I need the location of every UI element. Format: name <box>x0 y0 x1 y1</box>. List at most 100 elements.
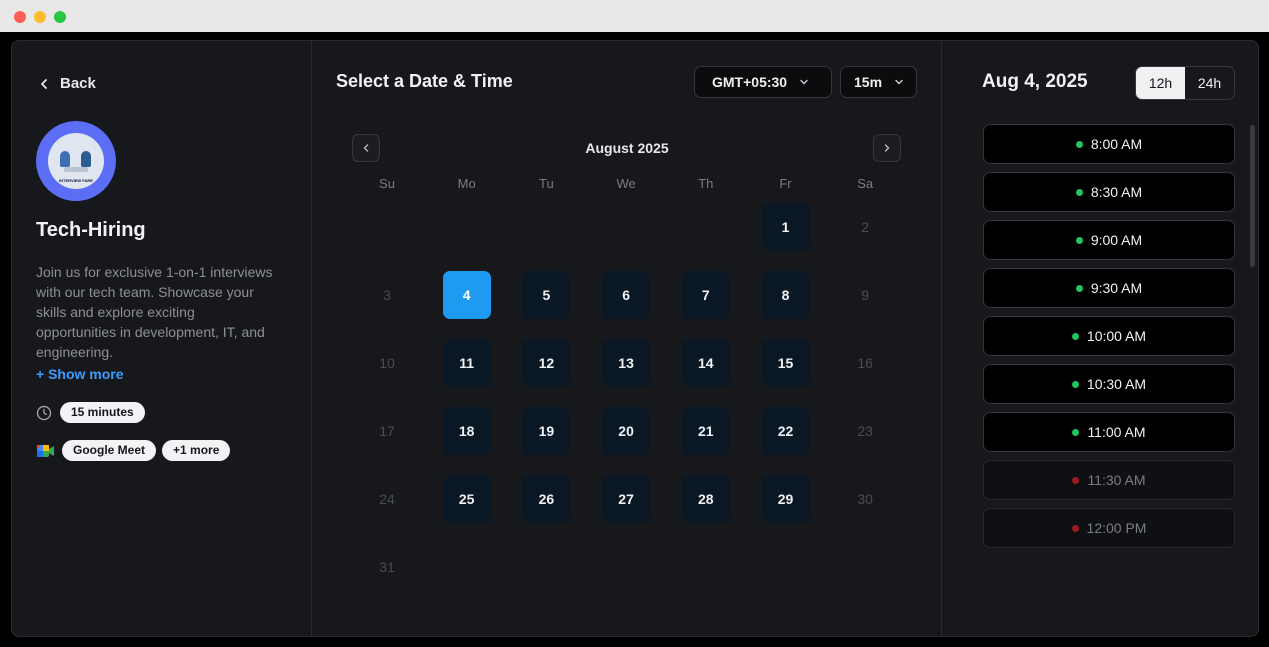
calendar-day: 23 <box>857 423 873 439</box>
chevron-down-icon <box>800 79 808 85</box>
maximize-window-button[interactable] <box>54 11 66 23</box>
calendar-day[interactable]: 11 <box>442 339 491 387</box>
time-slot-label: 11:00 AM <box>1087 424 1146 440</box>
time-slot-label: 8:00 AM <box>1090 136 1143 152</box>
chevron-left-icon <box>363 144 369 152</box>
calendar-day: 10 <box>379 355 395 371</box>
available-status-dot <box>1075 140 1083 148</box>
weekday-label: Sa <box>857 176 874 191</box>
calendar-day: 31 <box>379 559 395 575</box>
time-slot-button[interactable]: 12:00 PM <box>983 508 1235 548</box>
booking-card: Back INTERVIEW FARE Tech-Hiring Join us … <box>11 40 1259 637</box>
available-status-dot <box>1075 236 1083 244</box>
time-slot-button[interactable]: 9:00 AM <box>983 220 1235 260</box>
timezone-value: GMT+05:30 <box>712 74 788 90</box>
timezone-select[interactable]: GMT+05:30 <box>694 66 832 98</box>
calendar-day: 2 <box>861 219 870 235</box>
event-description: Join us for exclusive 1-on-1 interviews … <box>36 264 273 360</box>
calendar-day[interactable]: 14 <box>681 339 730 387</box>
time-slot-button[interactable]: 8:30 AM <box>983 172 1235 212</box>
calendar-day[interactable]: 29 <box>761 475 810 523</box>
calendar-day[interactable]: 8 <box>761 271 810 319</box>
next-month-button[interactable] <box>873 134 901 162</box>
month-label: August 2025 <box>585 140 669 156</box>
calendar-panel: Select a Date & Time GMT+05:30 15m Augus… <box>312 41 942 636</box>
time-slot-label: 9:00 AM <box>1090 232 1143 248</box>
time-slot-label: 10:00 AM <box>1086 328 1147 344</box>
duration-select[interactable]: 15m <box>840 66 917 98</box>
window-titlebar <box>0 0 1269 32</box>
calendar-day[interactable]: 15 <box>761 339 810 387</box>
time-slot-button[interactable]: 11:00 AM <box>983 412 1235 452</box>
close-window-button[interactable] <box>14 11 26 23</box>
duration-select-value: 15m <box>854 74 883 90</box>
chevron-right-icon <box>884 144 890 152</box>
previous-month-button[interactable] <box>352 134 380 162</box>
calendar-day: 30 <box>857 491 873 507</box>
selected-date-label: Aug 4, 2025 <box>982 71 1088 92</box>
time-slots-panel: Aug 4, 2025 12h 24h 8:00 AM 8:30 AM 9:00 A… <box>942 41 1258 636</box>
time-slot-label: 12:00 PM <box>1086 520 1147 536</box>
more-locations-badge[interactable]: +1 more <box>162 440 231 461</box>
calendar-day[interactable]: 20 <box>602 407 651 455</box>
available-status-dot <box>1071 380 1079 388</box>
calendar-day[interactable]: 1 <box>761 203 810 251</box>
weekday-label: Tu <box>539 176 554 191</box>
show-more-link[interactable]: + Show more <box>36 366 124 382</box>
avatar-caption: INTERVIEW FARE <box>59 178 93 183</box>
calendar-day: 9 <box>861 287 870 303</box>
avatar-image: INTERVIEW FARE <box>48 133 104 189</box>
calendar-day[interactable]: 18 <box>442 407 491 455</box>
calendar-day[interactable]: 22 <box>761 407 810 455</box>
time-slot-label: 8:30 AM <box>1090 184 1143 200</box>
calendar-day[interactable]: 19 <box>522 407 571 455</box>
calendar-day[interactable]: 7 <box>681 271 730 319</box>
google-meet-icon <box>36 443 56 459</box>
time-format-toggle: 12h 24h <box>1135 66 1235 100</box>
time-slot-button[interactable]: 9:30 AM <box>983 268 1235 308</box>
time-slot-button[interactable]: 11:30 AM <box>983 460 1235 500</box>
time-slot-label: 11:30 AM <box>1087 472 1146 488</box>
weekday-label: We <box>616 176 636 191</box>
event-info-panel: Back INTERVIEW FARE Tech-Hiring Join us … <box>12 41 312 636</box>
calendar-day: 24 <box>379 491 395 507</box>
calendar-day[interactable]: 27 <box>602 475 651 523</box>
back-button[interactable]: Back <box>38 75 96 92</box>
available-status-dot <box>1075 188 1083 196</box>
time-slot-button[interactable]: 10:30 AM <box>983 364 1235 404</box>
weekday-label: Th <box>698 176 714 191</box>
location-badge: Google Meet <box>62 440 157 461</box>
calendar-day[interactable]: 12 <box>522 339 571 387</box>
calendar-day[interactable]: 26 <box>522 475 571 523</box>
weekday-label: Mo <box>457 176 476 191</box>
slots-scrollbar[interactable] <box>1250 125 1255 267</box>
busy-status-dot <box>1071 524 1079 532</box>
calendar-day[interactable]: 21 <box>681 407 730 455</box>
format-24h-button[interactable]: 24h <box>1185 67 1234 99</box>
available-status-dot <box>1071 332 1079 340</box>
calendar-day-selected[interactable]: 4 <box>442 271 491 319</box>
calendar-day[interactable]: 25 <box>442 475 491 523</box>
duration-badge: 15 minutes <box>60 402 145 423</box>
minimize-window-button[interactable] <box>34 11 46 23</box>
chevron-left-icon <box>41 78 47 89</box>
calendar-day: 17 <box>379 423 395 439</box>
back-label: Back <box>60 75 96 92</box>
chevron-down-icon <box>895 79 903 85</box>
format-12h-button[interactable]: 12h <box>1136 67 1185 99</box>
time-slot-button[interactable]: 10:00 AM <box>983 316 1235 356</box>
time-slot-label: 10:30 AM <box>1086 376 1147 392</box>
event-avatar: INTERVIEW FARE <box>36 121 116 201</box>
weekday-label: Su <box>379 176 395 191</box>
time-slot-label: 9:30 AM <box>1090 280 1143 296</box>
duration-row: 15 minutes <box>36 402 145 423</box>
calendar-day[interactable]: 13 <box>602 339 651 387</box>
time-slot-button[interactable]: 8:00 AM <box>983 124 1235 164</box>
calendar-day[interactable]: 6 <box>602 271 651 319</box>
calendar-day[interactable]: 5 <box>522 271 571 319</box>
clock-icon <box>36 405 52 421</box>
weekday-label: Fr <box>779 176 792 191</box>
location-row: Google Meet +1 more <box>36 440 231 461</box>
event-title: Tech-Hiring <box>36 219 146 241</box>
calendar-day[interactable]: 28 <box>681 475 730 523</box>
